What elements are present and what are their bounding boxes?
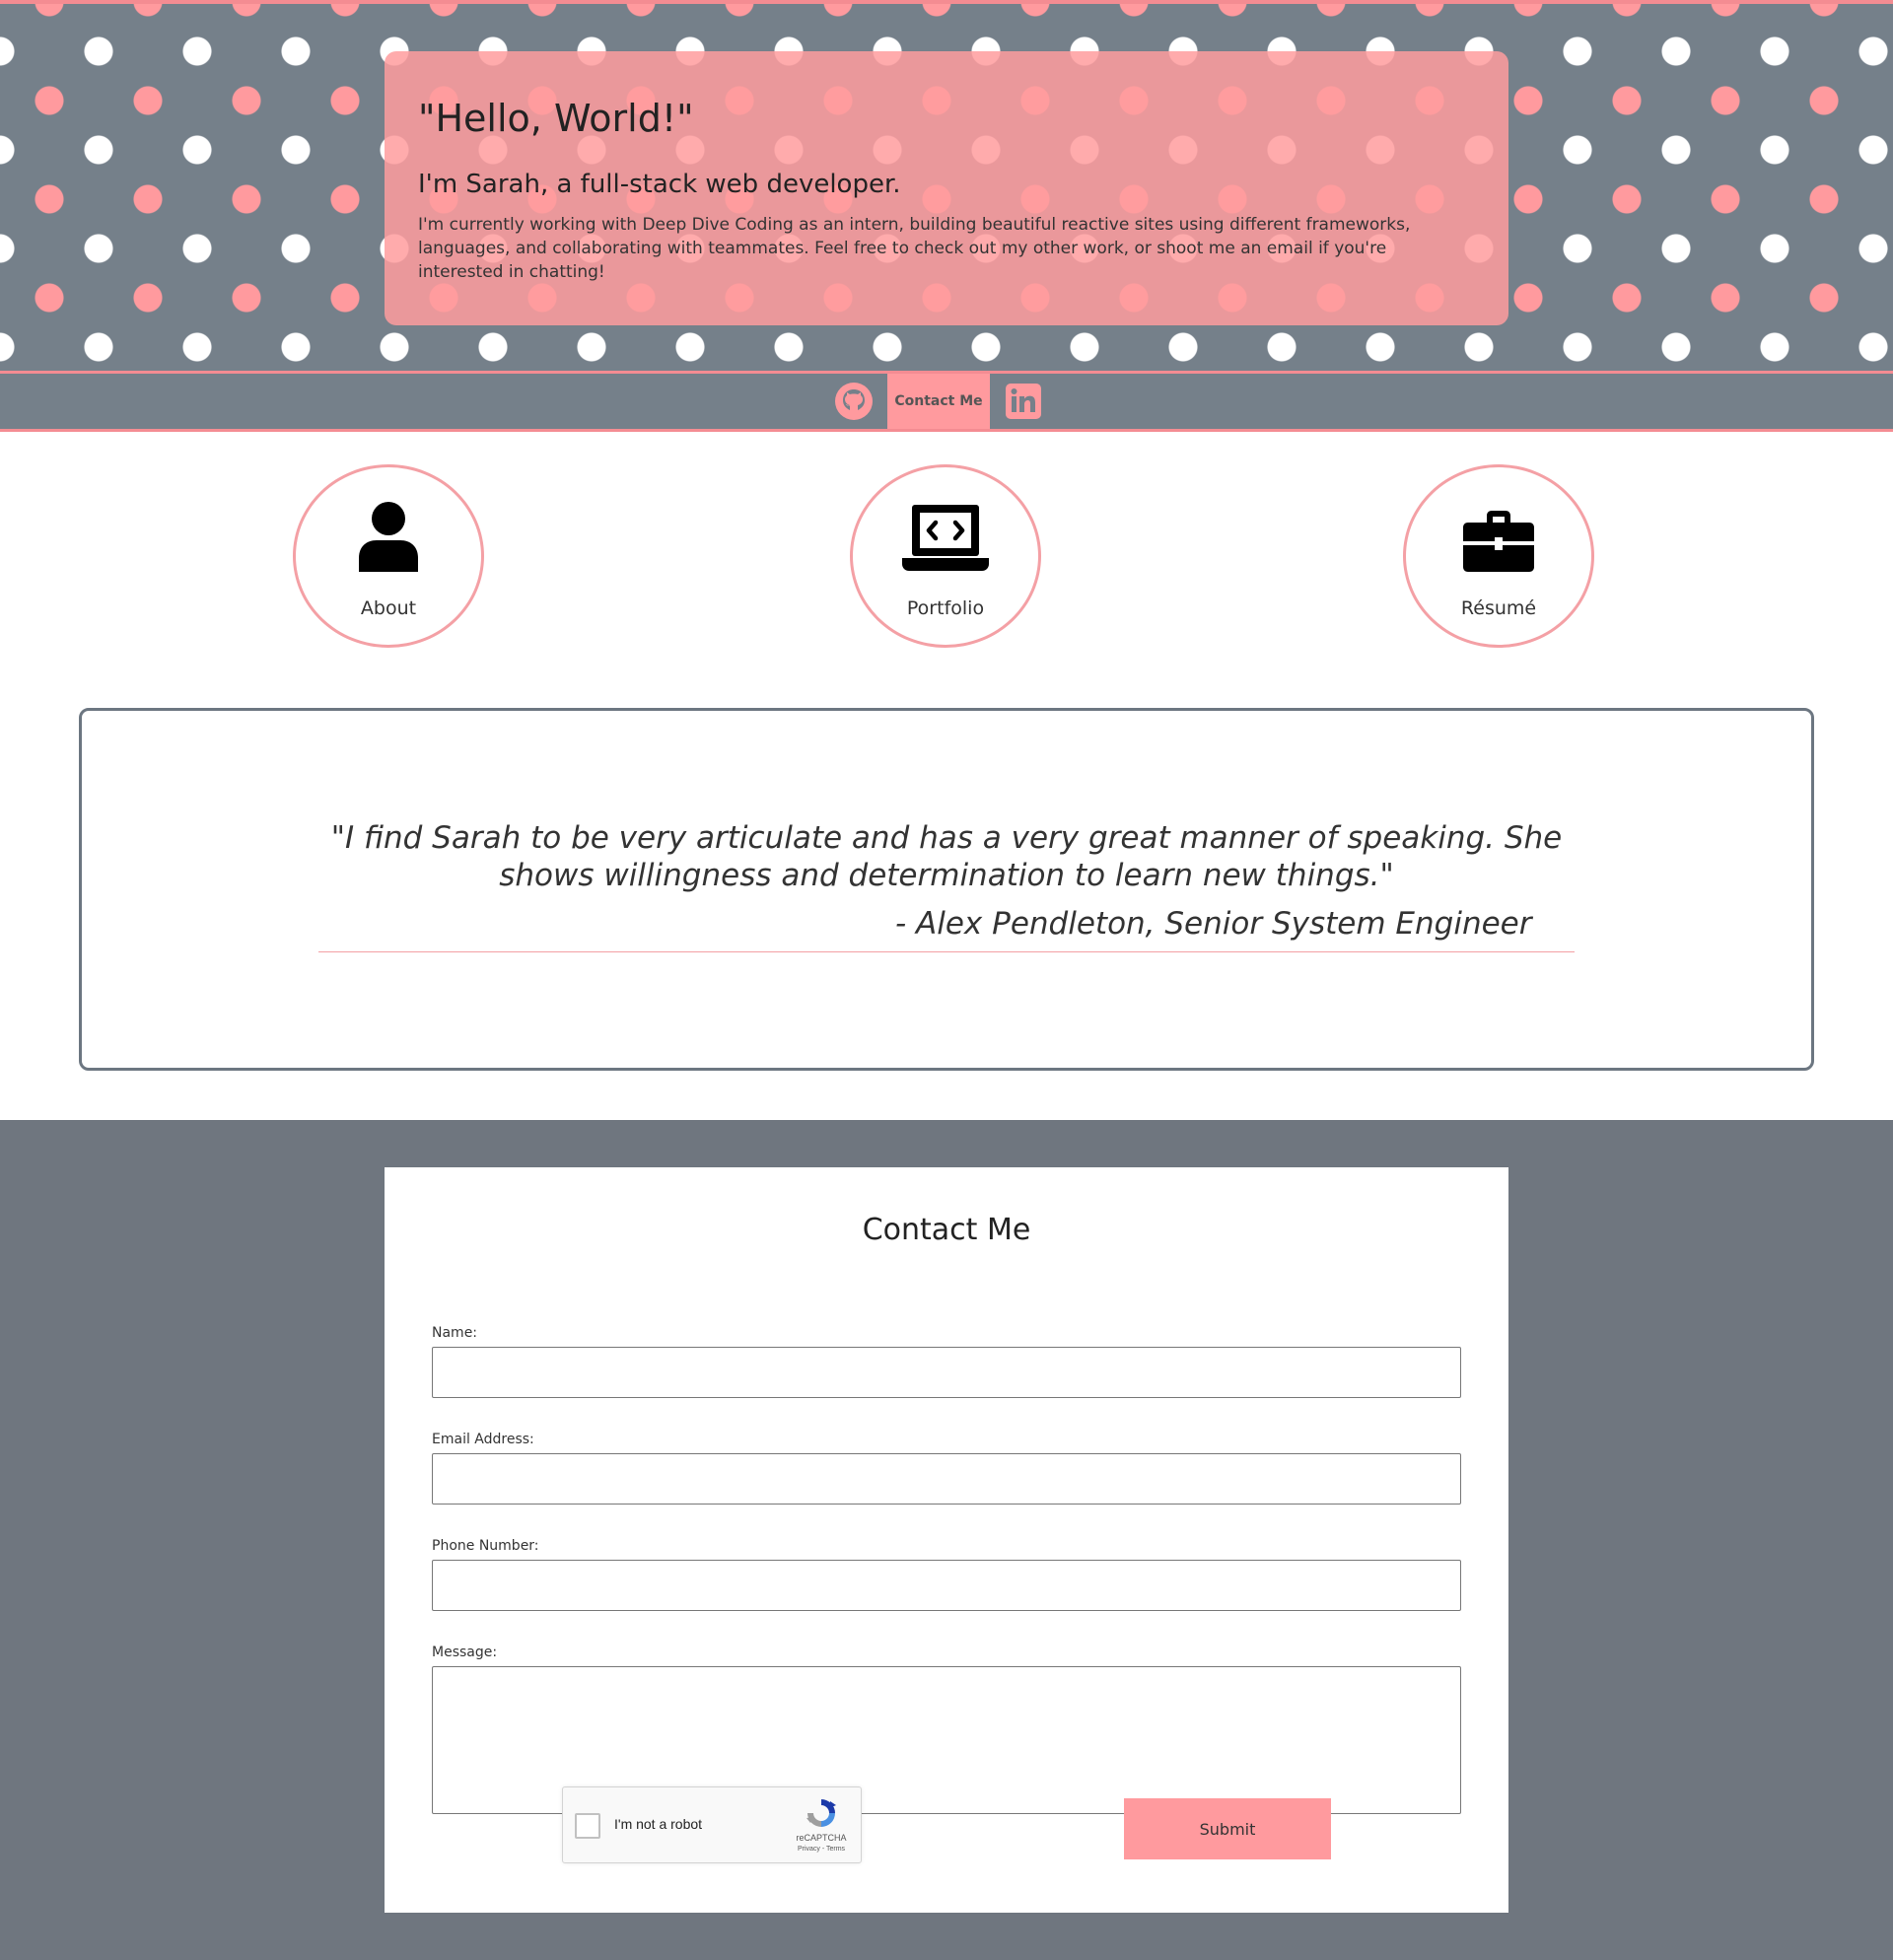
about-link[interactable]: About	[293, 464, 484, 648]
message-label: Message:	[432, 1645, 498, 1660]
user-icon	[359, 502, 418, 572]
email-field[interactable]	[432, 1453, 1461, 1505]
hero-subtitle: I'm Sarah, a full-stack web developer.	[418, 169, 901, 199]
hero-title: "Hello, World!"	[418, 97, 694, 140]
contact-me-link[interactable]: Contact Me	[887, 374, 990, 429]
name-field[interactable]	[432, 1347, 1461, 1398]
nav-links: Contact Me	[824, 374, 1053, 429]
recaptcha-label: I'm not a robot	[614, 1816, 703, 1832]
phone-field[interactable]	[432, 1560, 1461, 1611]
briefcase-icon	[1463, 511, 1534, 572]
hero-banner: "Hello, World!" I'm Sarah, a full-stack …	[0, 0, 1893, 371]
portfolio-label: Portfolio	[906, 597, 985, 619]
email-label: Email Address:	[432, 1432, 534, 1447]
testimonial-author: - Alex Pendleton, Senior System Engineer	[895, 906, 1532, 942]
laptop-code-icon	[902, 505, 989, 571]
recaptcha-brand: reCAPTCHA	[796, 1833, 847, 1843]
recaptcha-checkbox[interactable]	[575, 1813, 600, 1839]
resume-link[interactable]: Résumé	[1403, 464, 1594, 648]
contact-title: Contact Me	[862, 1213, 1031, 1247]
recaptcha-widget: I'm not a robot reCAPTCHA Privacy - Term…	[562, 1786, 862, 1863]
recaptcha-terms-link[interactable]: Privacy - Terms	[790, 1846, 853, 1853]
name-label: Name:	[432, 1325, 478, 1341]
github-icon	[835, 383, 873, 420]
github-link[interactable]	[824, 374, 883, 429]
about-label: About	[360, 597, 417, 619]
portfolio-link[interactable]: Portfolio	[850, 464, 1041, 648]
submit-button[interactable]: Submit	[1124, 1798, 1331, 1859]
contact-section: Contact Me Name: Email Address: Phone Nu…	[0, 1120, 1893, 1960]
contact-form: Contact Me Name: Email Address: Phone Nu…	[385, 1167, 1508, 1913]
linkedin-icon	[1006, 384, 1041, 419]
testimonial-quote: "I find Sarah to be very articulate and …	[330, 820, 1563, 893]
phone-label: Phone Number:	[432, 1538, 539, 1554]
hero-card: "Hello, World!" I'm Sarah, a full-stack …	[385, 51, 1508, 325]
testimonial-card: "I find Sarah to be very articulate and …	[79, 708, 1814, 1071]
recaptcha-logo-icon	[806, 1799, 836, 1827]
nav-bar: Contact Me	[0, 371, 1893, 432]
linkedin-link[interactable]	[994, 374, 1053, 429]
resume-label: Résumé	[1460, 597, 1537, 619]
testimonial-divider	[318, 951, 1575, 952]
hero-description: I'm currently working with Deep Dive Cod…	[418, 214, 1411, 282]
